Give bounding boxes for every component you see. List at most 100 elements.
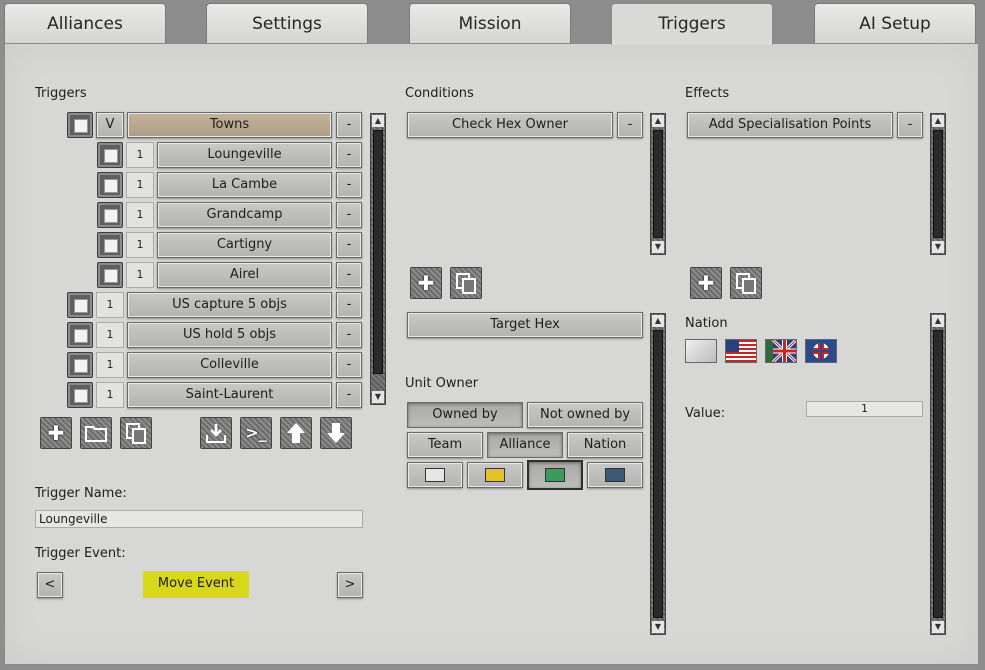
nation-button[interactable]: Nation xyxy=(567,432,643,458)
trigger-checkbox[interactable] xyxy=(97,142,123,168)
trigger-checkbox[interactable] xyxy=(67,322,93,348)
remove-button[interactable]: - xyxy=(336,172,362,198)
scroll-up-icon[interactable]: ▲ xyxy=(652,115,664,127)
scroll-down-icon[interactable]: ▼ xyxy=(652,621,664,633)
console-icon[interactable]: >_ xyxy=(240,417,272,449)
remove-button[interactable]: - xyxy=(336,322,362,348)
scroll-up-icon[interactable]: ▲ xyxy=(932,115,944,127)
alliance-color-button[interactable] xyxy=(587,462,643,488)
trigger-colleville[interactable]: Colleville xyxy=(127,352,332,378)
remove-button[interactable]: - xyxy=(617,112,643,138)
plus-icon[interactable]: ✚ xyxy=(410,267,442,299)
condition-params-scrollbar[interactable]: ▲ ▼ xyxy=(650,313,666,635)
neutral-flag-icon[interactable] xyxy=(685,339,717,363)
unit-owner-label: Unit Owner xyxy=(405,376,479,391)
trigger-checkbox[interactable] xyxy=(97,172,123,198)
import-icon[interactable] xyxy=(200,417,232,449)
scroll-thumb[interactable] xyxy=(653,130,663,238)
color-swatch xyxy=(425,468,445,482)
trigger-checkbox[interactable] xyxy=(97,262,123,288)
alliance-button[interactable]: Alliance xyxy=(487,432,563,458)
value-label: Value: xyxy=(685,406,726,421)
trigger-checkbox[interactable] xyxy=(67,382,93,408)
scroll-up-icon[interactable]: ▲ xyxy=(932,315,944,327)
norway-flag-icon[interactable] xyxy=(805,339,837,363)
triggers-heading: Triggers xyxy=(35,86,87,101)
scroll-thumb[interactable] xyxy=(933,330,943,618)
trigger-count: 1 xyxy=(126,142,154,168)
target-hex-button[interactable]: Target Hex xyxy=(407,312,643,338)
conditions-scrollbar[interactable]: ▲ ▼ xyxy=(650,113,666,255)
color-swatch xyxy=(545,468,565,482)
remove-button[interactable]: - xyxy=(336,292,362,318)
triggers-scrollbar[interactable]: ▲ ▼ xyxy=(370,113,386,405)
alliance-color-button[interactable] xyxy=(467,462,523,488)
trigger-count: 1 xyxy=(126,262,154,288)
scroll-up-icon[interactable]: ▲ xyxy=(372,115,384,127)
trigger-flag[interactable]: V xyxy=(96,112,124,138)
trigger-name-input[interactable]: Loungeville xyxy=(35,510,363,528)
scroll-up-icon[interactable]: ▲ xyxy=(652,315,664,327)
color-swatch xyxy=(485,468,505,482)
trigger-event-value: Move Event xyxy=(143,571,249,598)
remove-button[interactable]: - xyxy=(897,112,923,138)
trigger-checkbox[interactable] xyxy=(97,202,123,228)
trigger-checkbox[interactable] xyxy=(67,292,93,318)
remove-button[interactable]: - xyxy=(336,352,362,378)
not-owned-by-button[interactable]: Not owned by xyxy=(527,402,643,428)
remove-button[interactable]: - xyxy=(336,202,362,228)
plus-icon[interactable]: ✚ xyxy=(690,267,722,299)
remove-button[interactable]: - xyxy=(336,262,362,288)
copy-icon[interactable] xyxy=(120,417,152,449)
effect-add-specialisation-points[interactable]: Add Specialisation Points xyxy=(687,112,893,138)
event-next-button[interactable]: > xyxy=(337,572,363,598)
scroll-down-icon[interactable]: ▼ xyxy=(932,621,944,633)
effects-scrollbar[interactable]: ▲ ▼ xyxy=(930,113,946,255)
folder-icon[interactable] xyxy=(80,417,112,449)
trigger-towns[interactable]: Towns xyxy=(127,112,332,138)
condition-check-hex-owner[interactable]: Check Hex Owner xyxy=(407,112,613,138)
us-flag-icon[interactable] xyxy=(725,339,757,363)
trigger-us-hold[interactable]: US hold 5 objs xyxy=(127,322,332,348)
trigger-name-label: Trigger Name: xyxy=(35,486,127,501)
owned-by-button[interactable]: Owned by xyxy=(407,402,523,428)
arrow-down-icon[interactable] xyxy=(320,417,352,449)
trigger-checkbox[interactable] xyxy=(67,352,93,378)
scroll-down-icon[interactable]: ▼ xyxy=(372,391,384,403)
trigger-count: 1 xyxy=(96,352,124,378)
uk-flag-icon[interactable] xyxy=(765,338,798,364)
scroll-down-icon[interactable]: ▼ xyxy=(652,241,664,253)
trigger-grandcamp[interactable]: Grandcamp xyxy=(157,202,332,228)
remove-button[interactable]: - xyxy=(336,142,362,168)
value-input[interactable]: 1 xyxy=(806,401,923,417)
arrow-up-icon[interactable] xyxy=(280,417,312,449)
remove-button[interactable]: - xyxy=(336,382,362,408)
alliance-color-button[interactable] xyxy=(407,462,463,488)
trigger-count: 1 xyxy=(126,202,154,228)
scroll-thumb[interactable] xyxy=(653,330,663,618)
scroll-thumb[interactable] xyxy=(373,130,383,374)
remove-button[interactable]: - xyxy=(336,112,362,138)
trigger-checkbox[interactable] xyxy=(97,232,123,258)
trigger-cartigny[interactable]: Cartigny xyxy=(157,232,332,258)
scroll-down-icon[interactable]: ▼ xyxy=(932,241,944,253)
trigger-us-capture[interactable]: US capture 5 objs xyxy=(127,292,332,318)
trigger-count: 1 xyxy=(96,382,124,408)
plus-icon[interactable]: ✚ xyxy=(40,417,72,449)
scroll-thumb[interactable] xyxy=(933,130,943,238)
trigger-la-cambe[interactable]: La Cambe xyxy=(157,172,332,198)
trigger-loungeville[interactable]: Loungeville xyxy=(157,142,332,168)
trigger-airel[interactable]: Airel xyxy=(157,262,332,288)
trigger-saint-laurent[interactable]: Saint-Laurent xyxy=(127,382,332,408)
copy-icon[interactable] xyxy=(450,267,482,299)
conditions-heading: Conditions xyxy=(405,86,474,101)
event-prev-button[interactable]: < xyxy=(37,572,63,598)
trigger-event-label: Trigger Event: xyxy=(35,546,126,561)
remove-button[interactable]: - xyxy=(336,232,362,258)
team-button[interactable]: Team xyxy=(407,432,483,458)
effect-params-scrollbar[interactable]: ▲ ▼ xyxy=(930,313,946,635)
trigger-checkbox[interactable] xyxy=(67,112,93,138)
copy-icon[interactable] xyxy=(730,267,762,299)
trigger-count: 1 xyxy=(126,232,154,258)
alliance-color-button[interactable] xyxy=(527,460,583,490)
